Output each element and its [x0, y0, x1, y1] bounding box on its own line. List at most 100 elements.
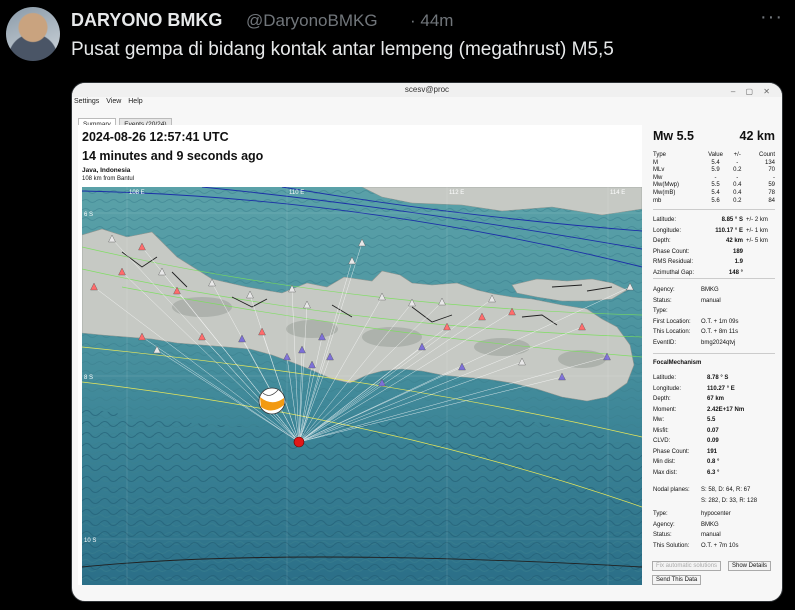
nodal-plane-1: S: 58, D: 64, R: 67 [701, 487, 751, 493]
info-row: Phase Count: 191 [653, 447, 777, 458]
info-row: This Location: O.T. + 8m 11s [653, 327, 777, 338]
mag-col-unc: +/- [733, 152, 741, 158]
info-uncertainty [743, 268, 777, 279]
preferred-depth: 42 km [739, 129, 775, 143]
info-row: Max dist: 6.3 ° [653, 468, 777, 479]
tweet-media-image[interactable]: scesv@proc ‒ ▢ ✕ Settings View Help Summ… [71, 82, 783, 602]
info-row: Latitude: 8.78 ° S [653, 373, 777, 384]
fix-automatic-button[interactable]: Fix automatic solutions [652, 561, 722, 571]
info-row: Depth: 67 km [653, 394, 777, 405]
info-uncertainty: +/- 5 km [746, 238, 768, 244]
info-label: Phase Count: [653, 448, 690, 455]
magnitude-row: Mw(Mwp) 5.5 0.4 59 [653, 182, 775, 190]
info-uncertainty [743, 257, 777, 268]
info-value: 110.27 ° E [707, 385, 735, 392]
tweet-time[interactable]: · 44m [410, 11, 453, 31]
lon-label-114: 114 E [610, 190, 625, 196]
info-value: 189 [732, 248, 743, 255]
info-label: Depth: [653, 396, 671, 402]
author-handle[interactable]: @DaryonoBMKG [246, 11, 378, 31]
magnitude-table-header: Type Value +/- Count [653, 152, 775, 160]
info-label: Status: [653, 532, 672, 538]
info-label: Longitude: [653, 227, 682, 234]
mag-uncertainty: 0.4 [733, 182, 742, 189]
lon-label-110: 110 E [289, 190, 304, 196]
info-value: 0.07 [707, 427, 719, 434]
menu-bar: Settings View Help [74, 98, 148, 105]
info-row: Misfit: 0.07 [653, 426, 777, 437]
info-row: Longitude: 110.27 ° E [653, 384, 777, 395]
send-data-button[interactable]: Send This Data [652, 575, 702, 585]
info-row: RMS Residual: 1.9 [653, 257, 777, 268]
info-value: manual [701, 297, 721, 304]
show-details-button[interactable]: Show Details [728, 561, 772, 571]
info-row: Min dist: 0.8 ° [653, 457, 777, 468]
info-label: Status: [653, 297, 672, 304]
mag-type: Mw(Mwp) [653, 182, 679, 189]
info-value: 6.3 ° [707, 469, 720, 476]
info-label: This Solution: [653, 542, 690, 549]
mag-value: 5.5 [711, 182, 720, 189]
info-row: Phase Count: 189 [653, 247, 777, 258]
info-value: manual [701, 532, 721, 538]
info-row: Agency: BMKG [653, 285, 777, 296]
info-label: CLVD: [653, 438, 671, 444]
focal-mechanism-beachball[interactable] [258, 387, 286, 415]
info-value: bmg2024qtvj [701, 339, 736, 346]
menu-view[interactable]: View [106, 98, 121, 105]
info-value: 5.5 [707, 417, 716, 423]
menu-help[interactable]: Help [128, 98, 142, 105]
info-row: Agency: BMKG [653, 520, 777, 531]
divider [653, 209, 775, 210]
info-label: Depth: [653, 238, 671, 244]
magnitude-row: Mw - - - [653, 175, 775, 183]
lon-label-108: 108 E [129, 190, 145, 196]
preferred-magnitude: Mw 5.5 [653, 129, 694, 143]
info-label: Longitude: [653, 385, 682, 392]
info-value: 8.78 ° S [707, 375, 729, 381]
focal-mechanism-title: FocalMechanism [653, 360, 702, 366]
mag-type: mb [653, 197, 662, 204]
event-datetime: 2024-08-26 12:57:41 UTC [82, 130, 229, 144]
event-distance: 108 km from Bantul [82, 176, 135, 182]
mag-type: MLv [653, 167, 665, 174]
info-label: Azimuthal Gap: [653, 269, 695, 276]
window-controls[interactable]: ‒ ▢ ✕ [731, 85, 774, 99]
epicenter-marker[interactable] [293, 436, 305, 448]
info-label: This Location: [653, 329, 691, 335]
info-value: 191 [707, 448, 718, 455]
info-value: 67 km [707, 396, 725, 402]
info-label: Min dist: [653, 459, 676, 465]
author-name[interactable]: DARYONO BMKG [71, 10, 222, 31]
mag-col-count: Count [758, 152, 775, 158]
info-label: Type: [653, 511, 668, 517]
summary-panel: 2024-08-26 12:57:41 UTC 14 minutes and 9… [78, 125, 642, 585]
info-row: Longitude: 110.17 ° E +/- 1 km [653, 226, 777, 237]
focal-mechanism-meta: Type: hypocenter Agency: BMKG Status: manual T… [653, 509, 777, 551]
more-options-icon[interactable]: ··· [760, 6, 783, 29]
event-meta: Agency: BMKG Status: manual Type: First Locat… [653, 285, 777, 348]
info-row: EventID: bmg2024qtvj [653, 338, 777, 349]
info-label: Mw: [653, 417, 664, 423]
info-row: Type: [653, 306, 777, 317]
info-value: O.T. + 1m 09s [701, 318, 739, 325]
mag-count: - [773, 174, 775, 181]
magnitude-row: MLv 5.9 0.2 70 [653, 167, 775, 175]
menu-settings[interactable]: Settings [74, 98, 99, 105]
avatar[interactable] [6, 7, 60, 61]
info-row: Latitude: 8.85 ° S +/- 2 km [653, 215, 777, 226]
info-value: O.T. + 7m 10s [701, 542, 739, 549]
info-label: Agency: [653, 287, 675, 293]
map-canvas: 108 E 110 E 112 E 114 E 6 S 8 S 10 S [82, 187, 642, 585]
mag-uncertainty: 0.4 [733, 189, 742, 196]
mag-value: 5.4 [711, 159, 720, 166]
event-map[interactable]: 108 E 110 E 112 E 114 E 6 S 8 S 10 S [82, 187, 642, 585]
nodal-label: Nodal planes: [653, 487, 690, 493]
info-label: Agency: [653, 521, 675, 528]
info-label: First Location: [653, 318, 691, 325]
info-row: This Solution: O.T. + 7m 10s [653, 541, 777, 552]
info-value: 148 ° [728, 269, 743, 276]
divider [653, 353, 775, 354]
nodal-planes: Nodal planes: S: 58, D: 64, R: 67 S: 282,… [653, 485, 777, 506]
window-titlebar: scesv@proc ‒ ▢ ✕ [72, 83, 782, 97]
